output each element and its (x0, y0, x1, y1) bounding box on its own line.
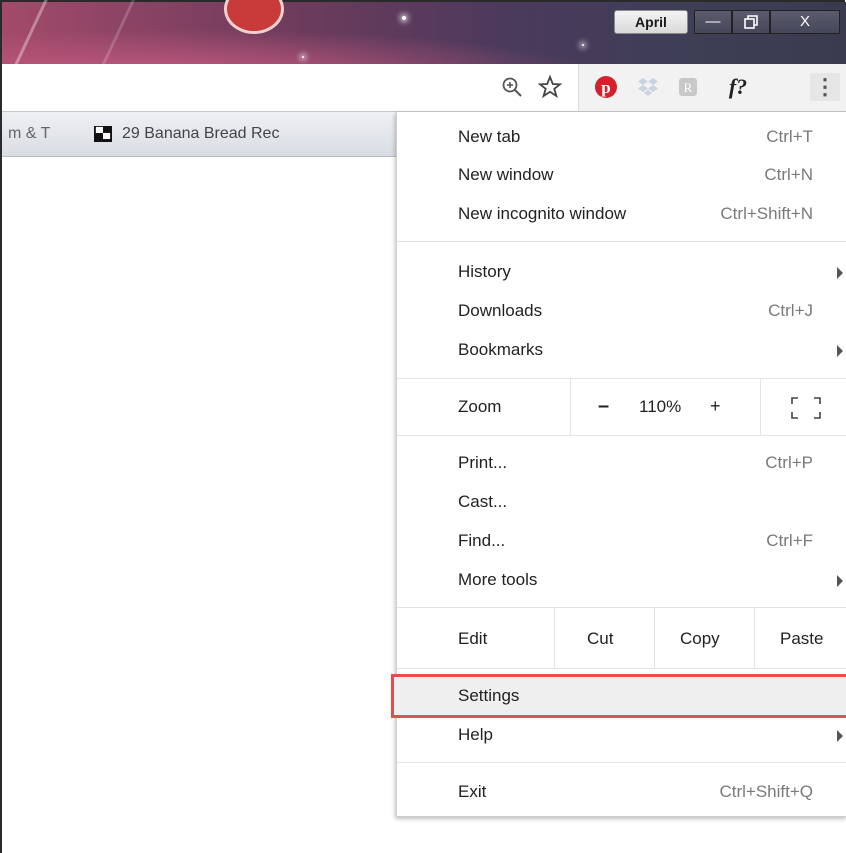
copy-button[interactable]: Copy (680, 629, 720, 649)
submenu-arrow-icon (837, 575, 843, 587)
menu-item-zoom: Zoom – 110% + (397, 378, 846, 435)
pinterest-icon[interactable]: p (592, 73, 620, 101)
menu-item-shortcut: Ctrl+T (766, 127, 813, 146)
menu-item-history[interactable]: History (397, 254, 846, 292)
menu-separator (760, 378, 761, 435)
menu-item-shortcut: Ctrl+J (768, 301, 813, 320)
profile-button[interactable]: April (614, 10, 688, 34)
menu-item-label: Settings (458, 686, 520, 705)
dropbox-icon[interactable] (634, 73, 662, 101)
decorative-sparkle (582, 44, 584, 46)
submenu-arrow-icon (837, 730, 843, 742)
cut-button[interactable]: Cut (587, 629, 613, 649)
decorative-streak (13, 0, 54, 69)
restore-button[interactable] (732, 10, 770, 34)
menu-item-settings[interactable]: Settings (397, 678, 846, 716)
menu-separator (397, 762, 846, 763)
bookmark-star-icon[interactable] (536, 73, 564, 101)
extension-icon[interactable]: R (674, 73, 702, 101)
menu-item-edit: Edit Cut Copy Paste (397, 608, 846, 668)
toolbar: p R f? ⋮ (2, 64, 846, 112)
menu-item-downloads[interactable]: Downloads Ctrl+J (397, 293, 846, 331)
menu-item-label: Downloads (458, 301, 543, 320)
menu-item-find[interactable]: Find... Ctrl+F (397, 523, 846, 561)
menu-item-print[interactable]: Print... Ctrl+P (397, 445, 846, 483)
menu-item-label: Help (458, 725, 493, 744)
menu-icon[interactable]: ⋮ (810, 73, 840, 101)
decorative-streak (98, 0, 139, 74)
address-bar[interactable] (2, 64, 579, 111)
menu-item-shortcut: Ctrl+Shift+Q (719, 782, 813, 801)
restore-icon (744, 15, 758, 29)
menu-separator (397, 435, 846, 436)
close-icon: X (799, 13, 810, 30)
bookmarks-bar: m & T ▀▄ 29 Banana Bread Rec (2, 112, 398, 157)
menu-item-more-tools[interactable]: More tools (397, 562, 846, 600)
zoom-in-button[interactable]: + (710, 396, 721, 417)
menu-separator (570, 378, 571, 435)
menu-separator (654, 608, 655, 668)
decorative-sparkle (402, 16, 406, 20)
zoom-label: Zoom (458, 397, 502, 416)
menu-separator (754, 608, 755, 668)
bookmark-favicon-icon: ▀▄ (94, 126, 112, 142)
menu-item-shortcut: Ctrl+Shift+N (720, 204, 813, 223)
submenu-arrow-icon (837, 267, 843, 279)
zoom-level: 110% (639, 397, 682, 416)
menu-item-shortcut: Ctrl+P (765, 453, 813, 472)
title-bar: April — X (2, 0, 846, 74)
menu-item-bookmarks[interactable]: Bookmarks (397, 332, 846, 370)
menu-item-shortcut: Ctrl+F (766, 531, 813, 550)
svg-text:R: R (684, 80, 693, 95)
menu-item-new-incognito-window[interactable]: New incognito window Ctrl+Shift+N (397, 196, 846, 234)
zoom-icon[interactable] (498, 73, 526, 101)
menu-item-label: New incognito window (458, 204, 627, 223)
paste-button[interactable]: Paste (780, 629, 823, 649)
svg-text:p: p (601, 78, 610, 97)
menu-item-new-window[interactable]: New window Ctrl+N (397, 157, 846, 195)
menu-separator (554, 608, 555, 668)
menu-item-label: History (458, 262, 511, 281)
minimize-icon: — (705, 13, 721, 30)
edit-label: Edit (458, 629, 488, 648)
menu-item-new-tab[interactable]: New tab Ctrl+T (397, 119, 846, 157)
submenu-arrow-icon (837, 345, 843, 357)
chrome-menu: New tab Ctrl+T New window Ctrl+N New inc… (391, 112, 846, 817)
bookmark-item[interactable]: 29 Banana Bread Rec (122, 112, 312, 156)
zoom-out-button[interactable]: – (598, 395, 609, 418)
menu-item-label: More tools (458, 570, 538, 589)
menu-item-label: Find... (458, 531, 506, 550)
menu-item-label: Cast... (458, 492, 508, 511)
decorative-sparkle (302, 56, 304, 58)
menu-item-exit[interactable]: Exit Ctrl+Shift+Q (397, 774, 846, 812)
minimize-button[interactable]: — (694, 10, 732, 34)
menu-item-label: New tab (458, 127, 521, 146)
menu-item-label: Exit (458, 782, 487, 801)
menu-item-cast[interactable]: Cast... (397, 484, 846, 522)
menu-separator (397, 668, 846, 669)
menu-item-help[interactable]: Help (397, 717, 846, 755)
menu-item-label: Bookmarks (458, 340, 544, 359)
theme-camera-icon (224, 0, 284, 34)
bookmark-item[interactable]: m & T (8, 112, 78, 156)
menu-item-label: New window (458, 165, 554, 184)
menu-item-label: Print... (458, 453, 508, 472)
close-button[interactable]: X (770, 10, 840, 34)
menu-item-shortcut: Ctrl+N (764, 165, 813, 184)
fullscreen-icon[interactable] (791, 397, 821, 419)
font-finder-icon[interactable]: f? (724, 73, 752, 101)
menu-separator (397, 241, 846, 242)
